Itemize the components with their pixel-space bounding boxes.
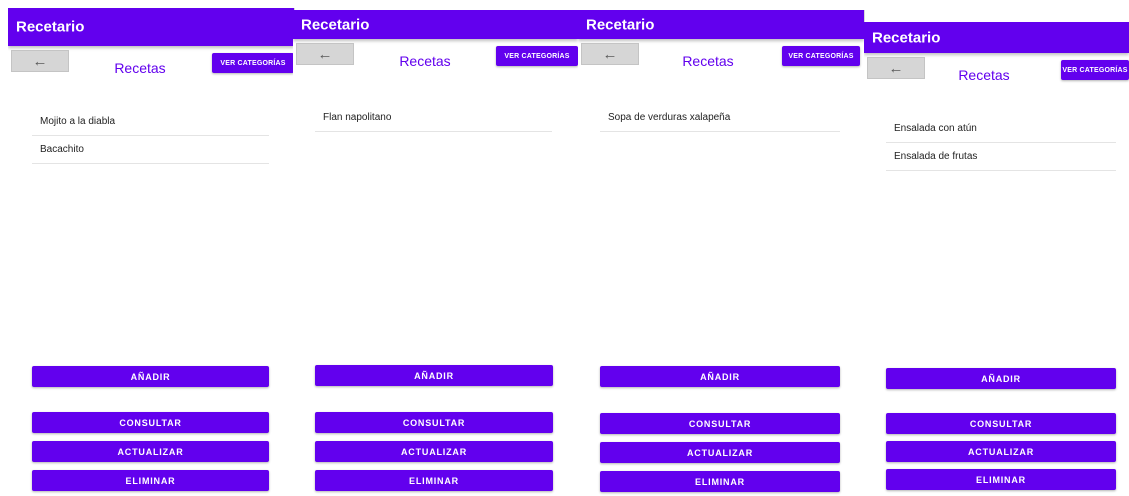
app-bar: Recetario — [864, 22, 1129, 53]
view-categories-button[interactable]: VER CATEGORÍAS — [1061, 60, 1129, 80]
delete-button[interactable]: ELIMINAR — [600, 471, 840, 492]
consult-button[interactable]: CONSULTAR — [886, 413, 1116, 434]
recipe-list: Ensalada con atún Ensalada de frutas — [886, 115, 1116, 171]
back-button[interactable]: ← — [11, 50, 69, 72]
arrow-left-icon: ← — [317, 45, 333, 63]
recipe-list-item[interactable]: Ensalada con atún — [886, 115, 1116, 143]
update-button[interactable]: ACTUALIZAR — [886, 441, 1116, 462]
app-title: Recetario — [16, 18, 85, 36]
add-button[interactable]: AÑADIR — [886, 368, 1116, 389]
recipe-list-item[interactable]: Mojito a la diabla — [32, 108, 269, 136]
app-title: Recetario — [872, 29, 941, 46]
recipe-list: Sopa de verduras xalapeña — [600, 104, 840, 132]
add-button[interactable]: AÑADIR — [315, 365, 553, 386]
consult-button[interactable]: CONSULTAR — [32, 412, 269, 433]
recipe-list: Flan napolitano — [315, 104, 552, 132]
consult-button[interactable]: CONSULTAR — [600, 413, 840, 434]
screen-title: Recetas — [114, 60, 166, 76]
consult-button[interactable]: CONSULTAR — [315, 412, 553, 433]
recipe-list-item[interactable]: Ensalada de frutas — [886, 143, 1116, 171]
arrow-left-icon: ← — [602, 45, 618, 63]
screen-title: Recetas — [399, 53, 451, 69]
view-categories-button[interactable]: VER CATEGORÍAS — [782, 46, 860, 66]
add-button[interactable]: AÑADIR — [600, 366, 840, 387]
arrow-left-icon: ← — [888, 59, 904, 77]
update-button[interactable]: ACTUALIZAR — [600, 442, 840, 463]
screen-title: Recetas — [682, 53, 734, 69]
delete-button[interactable]: ELIMINAR — [315, 470, 553, 491]
back-button[interactable]: ← — [867, 57, 925, 79]
app-bar: Recetario — [8, 8, 294, 46]
update-button[interactable]: ACTUALIZAR — [315, 441, 553, 462]
back-button[interactable]: ← — [296, 43, 354, 65]
screen-panel: Recetario ← Recetas VER CATEGORÍAS Ensal… — [864, 22, 1129, 496]
back-button[interactable]: ← — [581, 43, 639, 65]
recipe-list-item[interactable]: Flan napolitano — [315, 104, 552, 132]
screen-panel: Recetario ← Recetas VER CATEGORÍAS Mojit… — [8, 8, 295, 496]
app-title: Recetario — [586, 16, 655, 33]
screen-panel: Recetario ← Recetas VER CATEGORÍAS Flan … — [293, 10, 579, 496]
update-button[interactable]: ACTUALIZAR — [32, 441, 269, 462]
app-title: Recetario — [301, 16, 370, 33]
app-bar: Recetario — [293, 10, 578, 39]
add-button[interactable]: AÑADIR — [32, 366, 269, 387]
recipe-list: Mojito a la diabla Bacachito — [32, 108, 269, 164]
recipe-list-item[interactable]: Bacachito — [32, 136, 269, 164]
view-categories-button[interactable]: VER CATEGORÍAS — [496, 46, 578, 66]
screen-title: Recetas — [958, 67, 1010, 83]
screen-panel: Recetario ← Recetas VER CATEGORÍAS Sopa … — [578, 10, 865, 496]
delete-button[interactable]: ELIMINAR — [32, 470, 269, 491]
view-categories-button[interactable]: VER CATEGORÍAS — [212, 53, 294, 73]
arrow-left-icon: ← — [32, 52, 48, 70]
app-bar: Recetario — [578, 10, 864, 39]
recipe-list-item[interactable]: Sopa de verduras xalapeña — [600, 104, 840, 132]
delete-button[interactable]: ELIMINAR — [886, 469, 1116, 490]
